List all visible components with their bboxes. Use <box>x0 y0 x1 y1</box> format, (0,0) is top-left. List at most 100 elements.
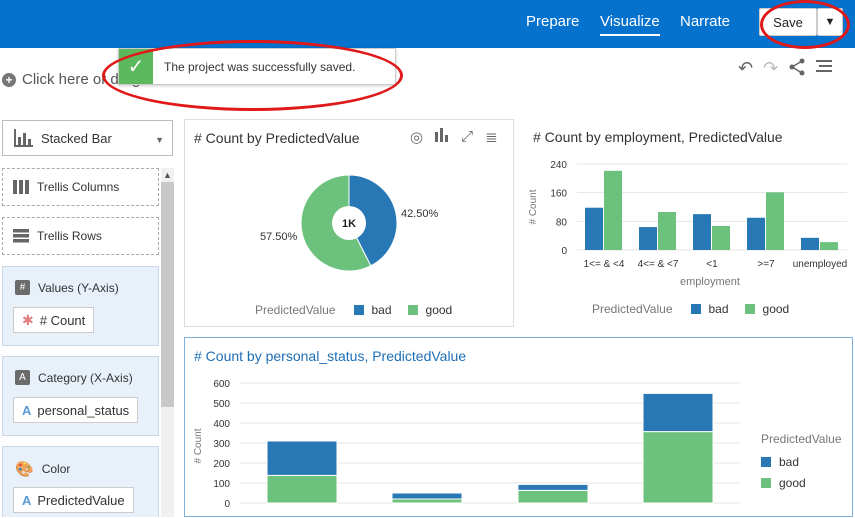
personal-bar-good <box>391 498 463 504</box>
personal-status-chart-panel[interactable]: # Count by personal_status, PredictedVal… <box>184 337 853 517</box>
personal-status-chart-svg: 0 100 200 300 400 500 600 # Count <box>193 379 740 510</box>
scroll-up-arrow-icon[interactable]: ▲ <box>161 168 174 182</box>
personal-y-tick: 600 <box>213 379 230 390</box>
personal-bar-good <box>266 474 338 504</box>
pie-label-good: 57.50% <box>260 231 298 243</box>
personal-bar-bad <box>517 483 589 491</box>
legend-swatch-bad <box>690 304 701 314</box>
viz-type-label: Stacked Bar <box>41 130 112 146</box>
values-item-label: # Count <box>39 312 86 328</box>
save-dropdown-button[interactable]: ▼ <box>817 8 843 36</box>
employment-chart-panel[interactable]: # Count by employment, PredictedValue 08… <box>522 119 855 327</box>
employment-bar-bad <box>585 207 603 250</box>
legend-label-good: good <box>425 303 453 317</box>
personal-legend-title: PredictedValue <box>761 432 842 446</box>
trellis-columns-icon <box>13 180 29 194</box>
nav-visualize[interactable]: Visualize <box>600 13 660 36</box>
values-y-axis-section[interactable]: # Values (Y-Axis) ✱ # Count <box>2 266 159 346</box>
color-item-pill[interactable]: A PredictedValue <box>13 487 134 513</box>
employment-x-tick: 4<= & <7 <box>638 259 679 270</box>
personal-y-tick: 400 <box>213 419 230 430</box>
stacked-bar-icon <box>14 129 33 147</box>
legend-label-bad: bad <box>708 302 729 316</box>
success-notification: ✓ The project was successfully saved. <box>118 48 396 85</box>
pie-legend-title: PredictedValue <box>255 303 336 317</box>
legend-swatch-good <box>407 305 418 315</box>
menu-icon[interactable] <box>816 58 833 81</box>
plus-circle-icon: + <box>2 72 16 87</box>
employment-y-label: # Count <box>528 189 539 224</box>
personal-status-y-label: # Count <box>193 428 204 463</box>
employment-bar-good <box>820 242 838 250</box>
employment-bar-bad <box>639 227 657 250</box>
values-item-pill[interactable]: ✱ # Count <box>13 307 95 333</box>
palette-icon: 🎨 <box>15 461 34 478</box>
nav-prepare[interactable]: Prepare <box>526 13 579 30</box>
legend-label-good: good <box>762 302 790 316</box>
category-label: Category (X-Axis) <box>38 370 133 385</box>
redo-icon[interactable]: ↷ <box>763 58 778 81</box>
employment-x-tick: 1<= & <4 <box>584 259 625 270</box>
viz-type-select[interactable]: Stacked Bar ▼ <box>2 120 173 156</box>
employment-bar-good <box>604 170 622 250</box>
legend-label-bad: bad <box>779 455 800 469</box>
pie-center-label: 1K <box>342 218 356 230</box>
legend-swatch-good <box>761 478 771 488</box>
employment-y-tick: 0 <box>561 246 567 257</box>
employment-bar-bad <box>747 217 765 250</box>
trellis-rows-label: Trellis Rows <box>37 229 102 243</box>
undo-icon[interactable]: ↶ <box>738 58 753 81</box>
personal-bar-good <box>642 431 714 504</box>
notification-message: The project was successfully saved. <box>164 59 356 74</box>
values-label: Values (Y-Axis) <box>38 280 119 295</box>
nav-narrate[interactable]: Narrate <box>680 13 730 30</box>
legend-swatch-good <box>744 304 755 314</box>
color-item-label: PredictedValue <box>37 492 125 508</box>
measure-icon: ✱ <box>22 311 34 328</box>
trellis-columns-dropzone[interactable]: Trellis Columns <box>2 168 159 206</box>
personal-bar-good <box>517 489 589 504</box>
category-item-pill[interactable]: Apersonal_status <box>13 397 139 423</box>
personal-y-tick: 0 <box>224 499 230 510</box>
pie-chart-panel[interactable]: # Count by PredictedValue ◎ ⤢ ≣ 1K 42.50… <box>184 119 514 327</box>
personal-bar-bad <box>642 392 714 433</box>
legend-swatch-bad <box>353 305 364 315</box>
employment-y-tick: 240 <box>550 160 567 171</box>
personal-y-tick: 300 <box>213 439 230 450</box>
share-icon[interactable] <box>788 58 806 81</box>
trellis-columns-label: Trellis Columns <box>37 180 120 194</box>
caret-down-icon: ▼ <box>824 16 836 28</box>
legend-label-bad: bad <box>371 303 392 317</box>
pie-legend: PredictedValue bad good <box>255 303 452 317</box>
pie-label-bad: 42.50% <box>401 208 439 220</box>
trellis-rows-dropzone[interactable]: Trellis Rows <box>2 217 159 255</box>
trellis-rows-icon <box>13 229 29 243</box>
category-item-label: personal_status <box>37 402 130 418</box>
personal-bar-bad <box>266 440 338 476</box>
employment-x-tick: unemployed <box>793 259 847 270</box>
color-section[interactable]: 🎨 Color A PredictedValue <box>2 446 159 517</box>
employment-x-tick: >=7 <box>757 259 775 270</box>
grammar-scroll-area: Trellis Columns Trellis Rows # Values (Y-… <box>0 168 175 517</box>
personal-bar-bad <box>391 492 463 500</box>
personal-y-tick: 500 <box>213 399 230 410</box>
employment-bar-good <box>658 212 676 250</box>
canvas-toolbar: ↶ ↷ <box>738 58 833 81</box>
legend-label-good: good <box>779 476 806 490</box>
category-x-axis-section[interactable]: A Category (X-Axis) Apersonal_status <box>2 356 159 436</box>
employment-x-tick: <1 <box>706 259 718 270</box>
grammar-panel: Stacked Bar ▼ Trellis Columns Trellis Ro… <box>0 112 175 517</box>
scrollbar-thumb[interactable] <box>161 182 174 407</box>
attribute-a-icon: A <box>22 402 32 418</box>
attribute-a-icon: A <box>22 492 32 508</box>
top-bar: Prepare Visualize Narrate Save ▼ <box>0 0 855 48</box>
save-button[interactable]: Save <box>759 8 817 36</box>
personal-status-legend: PredictedValue bad good <box>761 432 842 490</box>
employment-bar-bad <box>693 214 711 250</box>
hash-icon: # <box>15 280 30 295</box>
employment-bar-good <box>712 225 730 250</box>
employment-y-tick: 80 <box>556 217 568 228</box>
pie-chart-svg: 1K 42.50% 57.50% <box>260 174 439 272</box>
employment-x-label: employment <box>680 276 740 288</box>
employment-chart-svg: 0 80 160 240 1<= & <4 4<= & <7 <1 >=7 unemployed… <box>528 160 847 288</box>
